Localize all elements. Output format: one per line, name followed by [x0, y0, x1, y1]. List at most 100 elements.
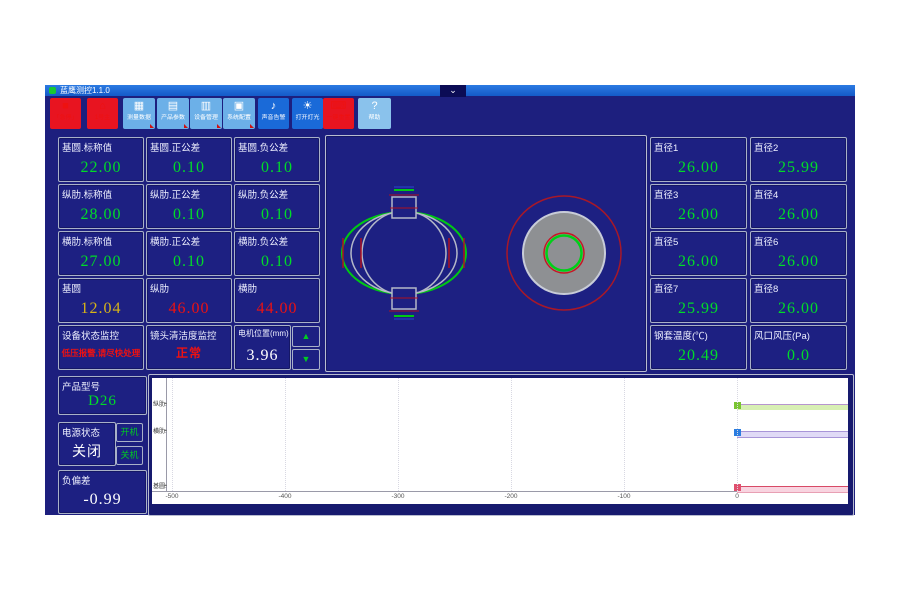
list-icon: ▤ — [157, 99, 189, 114]
cell-value: 0.10 — [147, 159, 231, 177]
product-model-label: 产品型号 — [62, 379, 100, 393]
right-cell-9: 风口风压(Pa) 0.0 — [750, 325, 847, 370]
cell-label: 钢套温度(℃) — [654, 328, 708, 342]
cell-value: 低压报警,请尽快处理 — [59, 347, 143, 359]
toolbar-button-keyboard[interactable]: ⌨一键重置 — [323, 98, 354, 129]
cell-label: 电机位置(mm) — [238, 328, 289, 339]
x-tick-label: -200 — [499, 493, 523, 500]
toolbar-button-bulb[interactable]: ☀打开灯光 — [292, 98, 323, 129]
home-icon: ⌂ — [87, 99, 118, 114]
cell-value: 25.99 — [751, 159, 846, 177]
right-cell-4: 直径5 26.00 — [650, 231, 747, 276]
chevron-down-icon: ⌄ — [449, 85, 457, 95]
gridline — [398, 378, 399, 491]
stop-icon: ■ — [50, 99, 81, 114]
right-cell-7: 直径8 26.00 — [750, 278, 847, 323]
left-cell-9: 基圆12.04 — [58, 278, 144, 323]
trend-chart-panel: 纵肋: 横肋: 基圆: -500-400-300-200-1000 — [148, 374, 854, 516]
motor-down-button[interactable]: ▼ — [292, 349, 320, 370]
bell-icon: ♪ — [258, 99, 289, 114]
left-cell-5: 纵肋.负公差0.10 — [234, 184, 320, 229]
left-cell-12: 设备状态监控低压报警,请尽快处理 — [58, 325, 144, 370]
cell-label: 基圆 — [62, 281, 81, 295]
toolbar-button-help[interactable]: ?帮助 — [358, 98, 391, 129]
cross-section-graphic — [326, 136, 644, 369]
cell-label: 镜头清洁度监控 — [150, 328, 217, 342]
right-cell-5: 直径626.00 — [750, 231, 847, 276]
toolbar-button-home[interactable]: ⌂1号主 — [87, 98, 118, 129]
toolbar-button-label: 「急停」 — [52, 115, 78, 122]
toolbar-button-label: 设备管理 — [192, 115, 219, 122]
app-window: 蓝鹰测控1.1.0 ⌄ ■「急停」⌂1号主▦测量数据▤产品参数▥设备管理▣系统配… — [45, 85, 855, 515]
grid-icon: ▦ — [123, 99, 155, 114]
cell-value: 0.10 — [235, 253, 319, 271]
toolbar-button-label: 打开灯光 — [294, 115, 320, 122]
cell-value: 46.00 — [147, 300, 231, 318]
x-tick-label: -500 — [160, 493, 184, 500]
cell-value: 20.49 — [651, 347, 746, 365]
y-tick — [164, 485, 167, 486]
cell-value: 0.10 — [147, 253, 231, 271]
app-logo-icon — [49, 87, 56, 94]
cell-label: 基圆.正公差 — [150, 140, 200, 154]
toolbar-button-label: 1号主 — [89, 115, 115, 122]
toolbar-button-folder[interactable]: ▣系统配置 — [223, 98, 255, 129]
left-cell-14: 电机位置(mm) 3.96 — [234, 325, 291, 370]
toolbar-button-stop[interactable]: ■「急停」 — [50, 98, 81, 129]
collapse-button[interactable]: ⌄ — [440, 85, 466, 97]
cell-value: 0.10 — [235, 206, 319, 224]
product-model-box: 产品型号 D26 — [58, 376, 147, 415]
cell-value: 28.00 — [59, 206, 143, 224]
left-cell-6: 横肋.标称值27.00 — [58, 231, 144, 276]
left-cell-2: 基圆.负公差0.10 — [234, 137, 320, 182]
negative-deviation-value: -0.99 — [59, 491, 146, 509]
cell-label: 直径7 — [654, 281, 678, 295]
y-tick — [164, 403, 167, 404]
cell-label: 风口风压(Pa) — [754, 328, 810, 342]
toolbar-button-label: 帮助 — [360, 115, 388, 122]
motor-up-button[interactable]: ▲ — [292, 326, 320, 347]
right-cell-8: 钢套温度(℃) 20.49 — [650, 325, 747, 370]
toolbar-button-label: 系统配置 — [225, 115, 252, 122]
toolbar-button-label: 测量数据 — [125, 115, 152, 122]
cell-value: 26.00 — [751, 300, 846, 318]
left-cell-13: 镜头清洁度监控正常 — [146, 325, 232, 370]
cell-value: 0.0 — [751, 347, 846, 365]
gridline — [737, 378, 738, 491]
cell-value: 44.00 — [235, 300, 319, 318]
toolbar-button-grid[interactable]: ▦测量数据 — [123, 98, 155, 129]
cell-label: 横肋 — [238, 281, 257, 295]
cell-label: 直径1 — [654, 140, 678, 154]
keyboard-icon: ⌨ — [323, 99, 354, 114]
y-tick — [164, 430, 167, 431]
right-cell-3: 直径426.00 — [750, 184, 847, 229]
cell-value: 3.96 — [235, 347, 290, 365]
left-cell-0: 基圆.标称值22.00 — [58, 137, 144, 182]
cell-value: 27.00 — [59, 253, 143, 271]
cell-label: 直径8 — [754, 281, 778, 295]
toolbar-button-device[interactable]: ▥设备管理 — [190, 98, 222, 129]
cell-label: 纵肋 — [150, 281, 169, 295]
trend-chart-plot: 纵肋: 横肋: 基圆: -500-400-300-200-1000 — [152, 378, 848, 504]
right-cell-1: 直径2 25.99 — [750, 137, 847, 182]
series-band-top — [737, 404, 848, 410]
dropdown-triangle-icon — [184, 124, 188, 128]
toolbar-button-bell[interactable]: ♪声音告警 — [258, 98, 289, 129]
desktop: 蓝鹰测控1.1.0 ⌄ ■「急停」⌂1号主▦测量数据▤产品参数▥设备管理▣系统配… — [0, 0, 900, 600]
cell-label: 直径5 — [654, 234, 678, 248]
folder-icon: ▣ — [223, 99, 255, 114]
cell-value: 26.00 — [651, 253, 746, 271]
x-tick-label: -100 — [612, 493, 636, 500]
power-on-button[interactable]: 开机 — [116, 423, 143, 442]
dropdown-triangle-icon — [150, 124, 154, 128]
cell-value: 22.00 — [59, 159, 143, 177]
cell-label: 直径2 — [754, 140, 778, 154]
toolbar-button-list[interactable]: ▤产品参数 — [157, 98, 189, 129]
negative-deviation-label: 负偏差 — [62, 473, 91, 487]
series-band-mid — [737, 431, 848, 438]
help-icon: ? — [358, 99, 391, 114]
right-cell-2: 直径326.00 — [650, 184, 747, 229]
power-off-button[interactable]: 关机 — [116, 446, 143, 465]
window-title: 蓝鹰测控1.1.0 — [60, 85, 110, 96]
cell-value: 25.99 — [651, 300, 746, 318]
